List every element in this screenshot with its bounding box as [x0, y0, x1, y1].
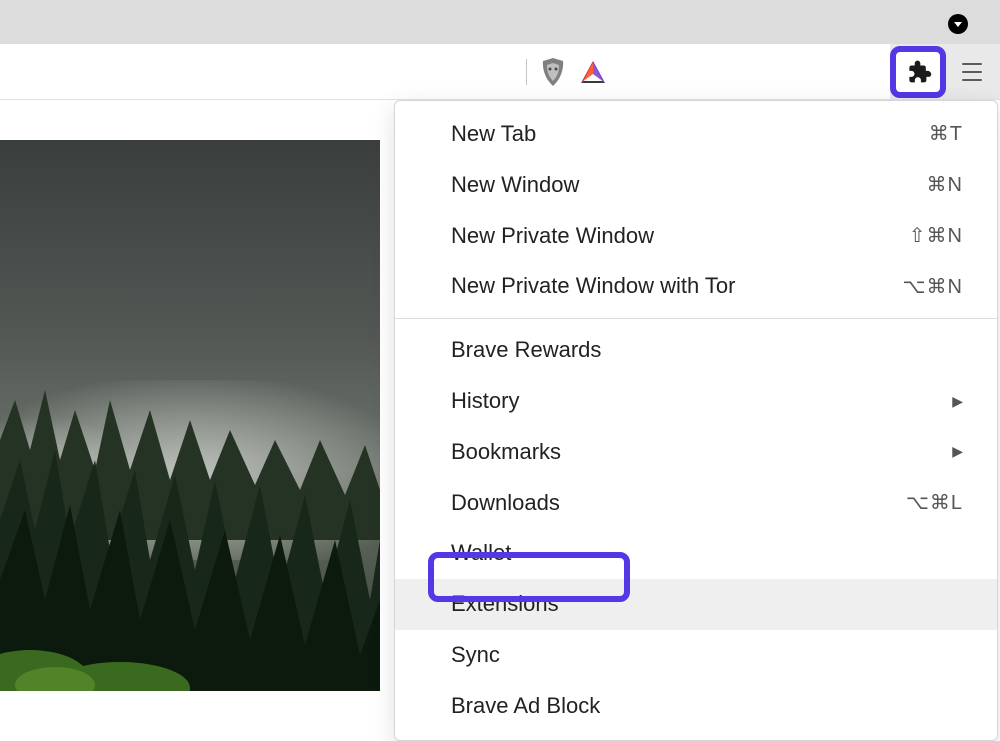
menu-item-new-tab[interactable]: New Tab ⌘T [395, 109, 997, 160]
background-image [0, 140, 380, 691]
submenu-arrow-icon: ▶ [952, 392, 963, 412]
menu-item-label: Brave Ad Block [451, 691, 600, 722]
menu-item-label: New Tab [451, 119, 536, 150]
menu-item-label: Downloads [451, 488, 560, 519]
menu-item-new-window[interactable]: New Window ⌘N [395, 160, 997, 211]
menu-item-brave-rewards[interactable]: Brave Rewards [395, 325, 997, 376]
menu-divider [395, 318, 997, 319]
extensions-button-highlight [890, 46, 946, 98]
menu-item-label: New Private Window with Tor [451, 271, 735, 302]
window-titlebar [0, 0, 1000, 44]
main-menu-button[interactable] [952, 52, 992, 92]
menu-item-shortcut: ⇧⌘N [909, 222, 963, 250]
menu-item-shortcut: ⌘N [927, 171, 963, 199]
menu-item-label: New Window [451, 170, 579, 201]
menu-item-sync[interactable]: Sync [395, 630, 997, 681]
menu-item-new-private-window-tor[interactable]: New Private Window with Tor ⌥⌘N [395, 261, 997, 312]
menu-item-label: Bookmarks [451, 437, 561, 468]
brave-rewards-icon[interactable] [579, 58, 607, 86]
main-menu-dropdown: New Tab ⌘T New Window ⌘N New Private Win… [394, 100, 998, 741]
browser-toolbar [0, 44, 1000, 100]
menu-item-label: Sync [451, 640, 500, 671]
menu-item-shortcut: ⌘T [929, 120, 963, 148]
menu-item-downloads[interactable]: Downloads ⌥⌘L [395, 478, 997, 529]
toolbar-separator [526, 59, 527, 85]
titlebar-dropdown-icon[interactable] [948, 14, 968, 34]
menu-item-shortcut: ⌥⌘L [906, 489, 963, 517]
menu-item-shortcut: ⌥⌘N [903, 273, 964, 301]
brave-shields-icon[interactable] [539, 58, 567, 86]
extensions-icon[interactable] [904, 58, 932, 86]
menu-item-brave-ad-block[interactable]: Brave Ad Block [395, 681, 997, 732]
menu-item-wallet[interactable]: Wallet [395, 528, 997, 579]
menu-item-history[interactable]: History ▶ [395, 376, 997, 427]
menu-item-bookmarks[interactable]: Bookmarks ▶ [395, 427, 997, 478]
menu-item-label: Brave Rewards [451, 335, 601, 366]
menu-item-new-private-window[interactable]: New Private Window ⇧⌘N [395, 211, 997, 262]
menu-item-label: Wallet [451, 538, 511, 569]
menu-item-extensions[interactable]: Extensions [395, 579, 997, 630]
menu-item-label: Extensions [451, 589, 559, 620]
page-content [0, 140, 380, 691]
menu-item-label: New Private Window [451, 221, 654, 252]
menu-item-label: History [451, 386, 519, 417]
submenu-arrow-icon: ▶ [952, 442, 963, 462]
hamburger-icon [962, 63, 982, 81]
